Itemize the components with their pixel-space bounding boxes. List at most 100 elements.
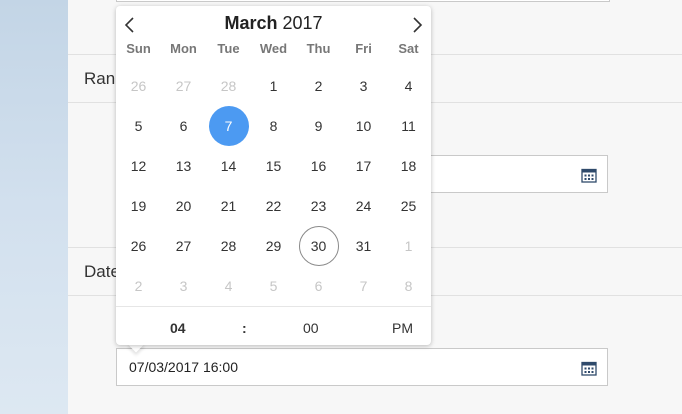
- calendar-day-label: 12: [130, 158, 147, 174]
- calendar-day[interactable]: 15: [251, 146, 296, 186]
- calendar-day[interactable]: 18: [386, 146, 431, 186]
- calendar-day[interactable]: 27: [161, 66, 206, 106]
- calendar-day-label: 20: [175, 198, 192, 214]
- calendar-day-label: 26: [130, 238, 147, 254]
- calendar-day-label: 3: [359, 78, 368, 94]
- calendar-day[interactable]: 7: [206, 106, 251, 146]
- desktop-background: [0, 0, 68, 414]
- chevron-right-icon[interactable]: [407, 15, 427, 35]
- calendar-day-label: 7: [359, 278, 368, 294]
- calendar-day[interactable]: 21: [206, 186, 251, 226]
- calendar-day-label: 18: [400, 158, 417, 174]
- calendar-day[interactable]: 26: [116, 66, 161, 106]
- calendar-day[interactable]: 2: [116, 266, 161, 306]
- calendar-icon[interactable]: [581, 360, 597, 376]
- calendar-day-label: 8: [269, 118, 278, 134]
- weekday-header: Sun Mon Tue Wed Thu Fri Sat: [116, 41, 431, 57]
- day-grid: 26 27 28 1 2 3 4 5 6 7 8 9 10 11 12 13 14 15 16 17 18 19 20 21 2…: [116, 66, 431, 306]
- calendar-day[interactable]: 11: [386, 106, 431, 146]
- weekday-label: Wed: [259, 41, 288, 56]
- calendar-day[interactable]: 4: [206, 266, 251, 306]
- calendar-day[interactable]: 10: [341, 106, 386, 146]
- calendar-day-label: 21: [220, 198, 237, 214]
- month-year-title[interactable]: March 2017: [116, 13, 431, 34]
- calendar-day[interactable]: 9: [296, 106, 341, 146]
- calendar-day[interactable]: 24: [341, 186, 386, 226]
- calendar-day[interactable]: 28: [206, 66, 251, 106]
- calendar-day[interactable]: 1: [386, 226, 431, 266]
- calendar-day-label: 27: [175, 78, 192, 94]
- hour-field[interactable]: 04: [170, 320, 186, 336]
- calendar-day[interactable]: 6: [296, 266, 341, 306]
- calendar-day[interactable]: 27: [161, 226, 206, 266]
- calendar-day-label: 1: [404, 238, 413, 254]
- calendar-day-label: 10: [355, 118, 372, 134]
- calendar-day[interactable]: 25: [386, 186, 431, 226]
- calendar-day[interactable]: 3: [341, 66, 386, 106]
- calendar-day-label: 26: [130, 78, 147, 94]
- calendar-day[interactable]: 29: [251, 226, 296, 266]
- range-section-label: Ran: [84, 69, 116, 88]
- calendar-day-label: 5: [269, 278, 278, 294]
- calendar-day-label: 25: [400, 198, 417, 214]
- calendar-day[interactable]: 22: [251, 186, 296, 226]
- calendar-day[interactable]: 3: [161, 266, 206, 306]
- calendar-day[interactable]: 12: [116, 146, 161, 186]
- calendar-day[interactable]: 6: [161, 106, 206, 146]
- calendar-day-label: 3: [179, 278, 188, 294]
- calendar-day[interactable]: 1: [251, 66, 296, 106]
- calendar-day[interactable]: 14: [206, 146, 251, 186]
- weekday-label: Mon: [170, 41, 197, 56]
- calendar-day[interactable]: 2: [296, 66, 341, 106]
- calendar-day[interactable]: 4: [386, 66, 431, 106]
- calendar-day[interactable]: 20: [161, 186, 206, 226]
- calendar-day[interactable]: 31: [341, 226, 386, 266]
- weekday-label: Sat: [398, 41, 419, 56]
- top-input-field[interactable]: [116, 0, 610, 2]
- calendar-day-label: 5: [134, 118, 143, 134]
- calendar-day[interactable]: 13: [161, 146, 206, 186]
- calendar-day-label: 16: [310, 158, 327, 174]
- calendar-icon[interactable]: [581, 167, 597, 183]
- weekday-label: Fri: [355, 41, 372, 56]
- calendar-day[interactable]: 23: [296, 186, 341, 226]
- calendar-day[interactable]: 8: [386, 266, 431, 306]
- date-section-label: Date: [84, 262, 120, 281]
- time-picker: 04 : 00 PM: [116, 306, 431, 346]
- datetime-picker-popup: March 2017 Sun Mon Tue Wed Thu Fri Sat 2…: [116, 6, 431, 345]
- calendar-day-label: 14: [220, 158, 237, 174]
- year-name: 2017: [282, 13, 323, 33]
- calendar-day[interactable]: 5: [116, 106, 161, 146]
- calendar-day[interactable]: 16: [296, 146, 341, 186]
- calendar-day-label: 19: [130, 198, 147, 214]
- calendar-day-label: 4: [224, 278, 233, 294]
- calendar-day-label: 6: [314, 278, 323, 294]
- calendar-day-label: 28: [220, 238, 237, 254]
- calendar-day[interactable]: 17: [341, 146, 386, 186]
- calendar-day-label: 15: [265, 158, 282, 174]
- calendar-day-label: 2: [314, 78, 323, 94]
- date-time-input[interactable]: 07/03/2017 16:00: [116, 348, 608, 386]
- ampm-toggle[interactable]: PM: [392, 320, 413, 336]
- calendar-day-label: 8: [404, 278, 413, 294]
- calendar-day[interactable]: 5: [251, 266, 296, 306]
- weekday-label: Sun: [126, 41, 151, 56]
- time-separator: :: [242, 320, 247, 336]
- calendar-day[interactable]: 30: [296, 226, 341, 266]
- calendar-day[interactable]: 26: [116, 226, 161, 266]
- calendar-day[interactable]: 19: [116, 186, 161, 226]
- calendar-day-label: 27: [175, 238, 192, 254]
- calendar-day[interactable]: 28: [206, 226, 251, 266]
- calendar-day-label: 9: [314, 118, 323, 134]
- minute-field[interactable]: 00: [303, 320, 319, 336]
- calendar-day-label: 17: [355, 158, 372, 174]
- calendar-day-label: 11: [401, 118, 416, 134]
- calendar-day-label: 23: [310, 198, 327, 214]
- date-time-input-value: 07/03/2017 16:00: [129, 359, 238, 375]
- calendar-day[interactable]: 8: [251, 106, 296, 146]
- weekday-label: Tue: [217, 41, 240, 56]
- calendar-day[interactable]: 7: [341, 266, 386, 306]
- month-name: March: [224, 13, 278, 33]
- calendar-day-label: 4: [404, 78, 413, 94]
- calendar-day-label: 7: [208, 106, 249, 146]
